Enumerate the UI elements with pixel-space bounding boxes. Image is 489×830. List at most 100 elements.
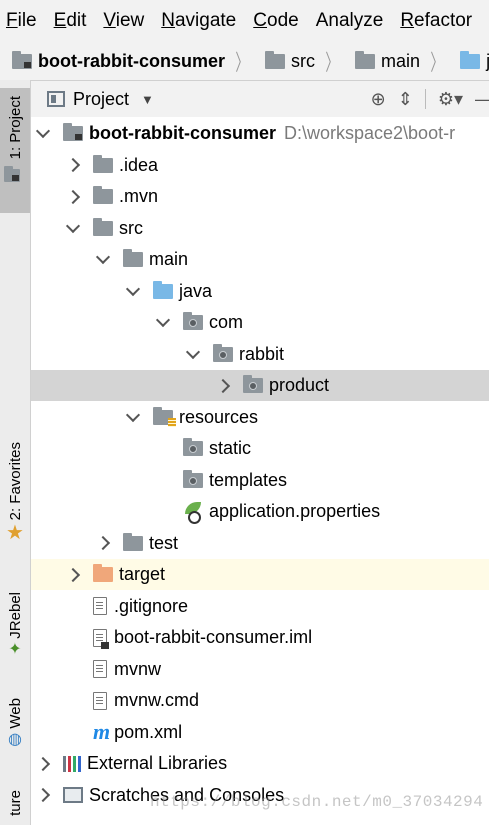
tab-label: 1: Project — [6, 96, 24, 160]
tab-label: ture — [6, 790, 24, 816]
tree-row[interactable]: application.properties — [31, 496, 489, 527]
project-tree: boot-rabbit-consumer D:\workspace2\boot-r… — [31, 118, 489, 825]
tree-row-label: boot-rabbit-consumer.iml — [114, 627, 313, 647]
maven-icon: m — [93, 719, 111, 744]
breadcrumb-item-main[interactable]: main 〉 — [343, 45, 448, 77]
file-icon — [93, 597, 107, 615]
chevron-right-icon[interactable] — [65, 567, 81, 582]
tree-row-label: rabbit — [239, 343, 285, 364]
chevron-right-icon[interactable] — [35, 787, 51, 803]
tree-row[interactable]: main — [31, 244, 489, 275]
package-icon — [183, 469, 203, 488]
tree-row[interactable]: m pom.xml — [31, 717, 489, 748]
tree-row[interactable]: .mvn — [31, 181, 489, 212]
folder-icon — [93, 186, 113, 204]
tree-row[interactable]: resources — [31, 402, 489, 433]
tree-row[interactable]: .gitignore — [31, 591, 489, 622]
chevron-right-icon[interactable] — [215, 378, 231, 393]
tree-row[interactable]: java — [31, 276, 489, 307]
chevron-down-icon[interactable] — [125, 407, 141, 422]
menu-item-refactor[interactable]: Refactor — [394, 10, 483, 32]
tree-row[interactable]: templates — [31, 465, 489, 496]
tree-row[interactable]: rabbit — [31, 339, 489, 370]
chevron-down-icon[interactable] — [35, 123, 51, 139]
breadcrumb-label: boot-rabbit-consumer — [38, 50, 225, 71]
tree-row-label: main — [149, 249, 189, 269]
chevron-down-icon[interactable]: ▼ — [141, 92, 154, 107]
breadcrumb-item-java[interactable]: java — [448, 50, 489, 72]
chevron-down-icon[interactable] — [185, 344, 201, 359]
package-icon — [243, 375, 263, 393]
tree-row-label: application.properties — [209, 501, 381, 521]
tree-row[interactable]: External Libraries — [31, 748, 489, 779]
tree-row[interactable]: product — [31, 370, 489, 401]
tree-row[interactable]: target — [31, 559, 489, 590]
tree-row-label: External Libraries — [87, 753, 228, 773]
chevron-down-icon[interactable] — [65, 218, 81, 233]
breadcrumb-label: src — [291, 50, 316, 71]
menu-item-edit[interactable]: Edit — [48, 10, 98, 32]
tab-structure[interactable]: ture — [0, 790, 30, 830]
menu-item-navigate[interactable]: Navigate — [155, 10, 247, 32]
jrebel-icon: ✦ — [8, 640, 22, 658]
source-folder-icon — [460, 50, 481, 69]
tree-row[interactable]: test — [31, 528, 489, 559]
chevron-down-icon[interactable] — [95, 249, 111, 265]
tree-row[interactable]: mvnw — [31, 654, 489, 685]
breadcrumb-item-src[interactable]: src 〉 — [253, 45, 343, 77]
folder-icon — [93, 154, 113, 173]
tab-project[interactable]: 1: Project — [0, 88, 30, 213]
package-icon — [183, 312, 203, 330]
tree-row[interactable]: static — [31, 433, 489, 464]
tree-row-label: src — [119, 217, 143, 238]
tree-row[interactable]: mvnw.cmd — [31, 685, 489, 716]
tab-jrebel[interactable]: JRebel ✦ — [0, 592, 30, 677]
chevron-right-icon[interactable] — [95, 535, 111, 551]
chevron-down-icon[interactable] — [125, 281, 141, 296]
target-icon[interactable]: ⊕ — [371, 89, 386, 110]
gear-icon[interactable]: ⚙▾ — [438, 89, 463, 110]
panel-title[interactable]: Project — [73, 89, 129, 110]
chevron-right-icon[interactable] — [65, 157, 81, 173]
libraries-icon — [63, 755, 81, 772]
collapse-icon[interactable]: ⇕ — [398, 89, 413, 110]
divider — [424, 89, 426, 109]
tab-label: Web — [6, 698, 24, 729]
tree-row[interactable]: boot-rabbit-consumer.iml — [31, 622, 489, 653]
folder-icon — [93, 217, 113, 236]
tree-row[interactable]: boot-rabbit-consumer D:\workspace2\boot-r — [31, 118, 489, 149]
chevron-right-icon[interactable] — [35, 756, 51, 771]
tree-row-label: target — [119, 564, 166, 584]
tree-row-label: static — [209, 438, 252, 458]
chevron-right-icon[interactable] — [65, 189, 81, 204]
tree-row[interactable]: src — [31, 213, 489, 244]
tree-row-label: templates — [209, 469, 288, 490]
tree-row-label: mvnw.cmd — [114, 690, 200, 710]
scratches-icon — [63, 787, 83, 803]
package-icon — [183, 438, 203, 456]
chevron-down-icon[interactable] — [155, 312, 171, 328]
menu-item-code[interactable]: Code — [247, 10, 309, 32]
breadcrumb-item-project[interactable]: boot-rabbit-consumer 〉 — [0, 45, 253, 77]
project-view-icon — [47, 91, 65, 107]
menu-item-file[interactable]: File — [0, 10, 48, 32]
menu-item-view[interactable]: View — [97, 10, 155, 32]
hide-icon[interactable]: — — [475, 89, 489, 110]
tree-row-label: resources — [179, 406, 259, 427]
source-folder-icon — [153, 280, 173, 299]
tab-web[interactable]: Web ◍ — [0, 698, 30, 768]
package-icon — [213, 343, 233, 362]
tree-row-label: java — [179, 280, 213, 301]
project-icon — [4, 166, 20, 183]
watermark: https://blog.csdn.net/m0_37034294 — [150, 793, 484, 811]
chevron-right-icon: 〉 — [325, 50, 339, 75]
iml-file-icon — [93, 628, 109, 649]
menu-item-analyze[interactable]: Analyze — [310, 10, 395, 32]
file-icon — [93, 691, 107, 710]
folder-icon — [265, 50, 286, 69]
file-icon — [93, 660, 107, 678]
tree-row[interactable]: .idea — [31, 150, 489, 181]
tree-row-label: test — [149, 532, 179, 553]
tree-row[interactable]: com — [31, 307, 489, 338]
tab-favorites[interactable]: 2: Favorites ★ — [0, 442, 30, 567]
